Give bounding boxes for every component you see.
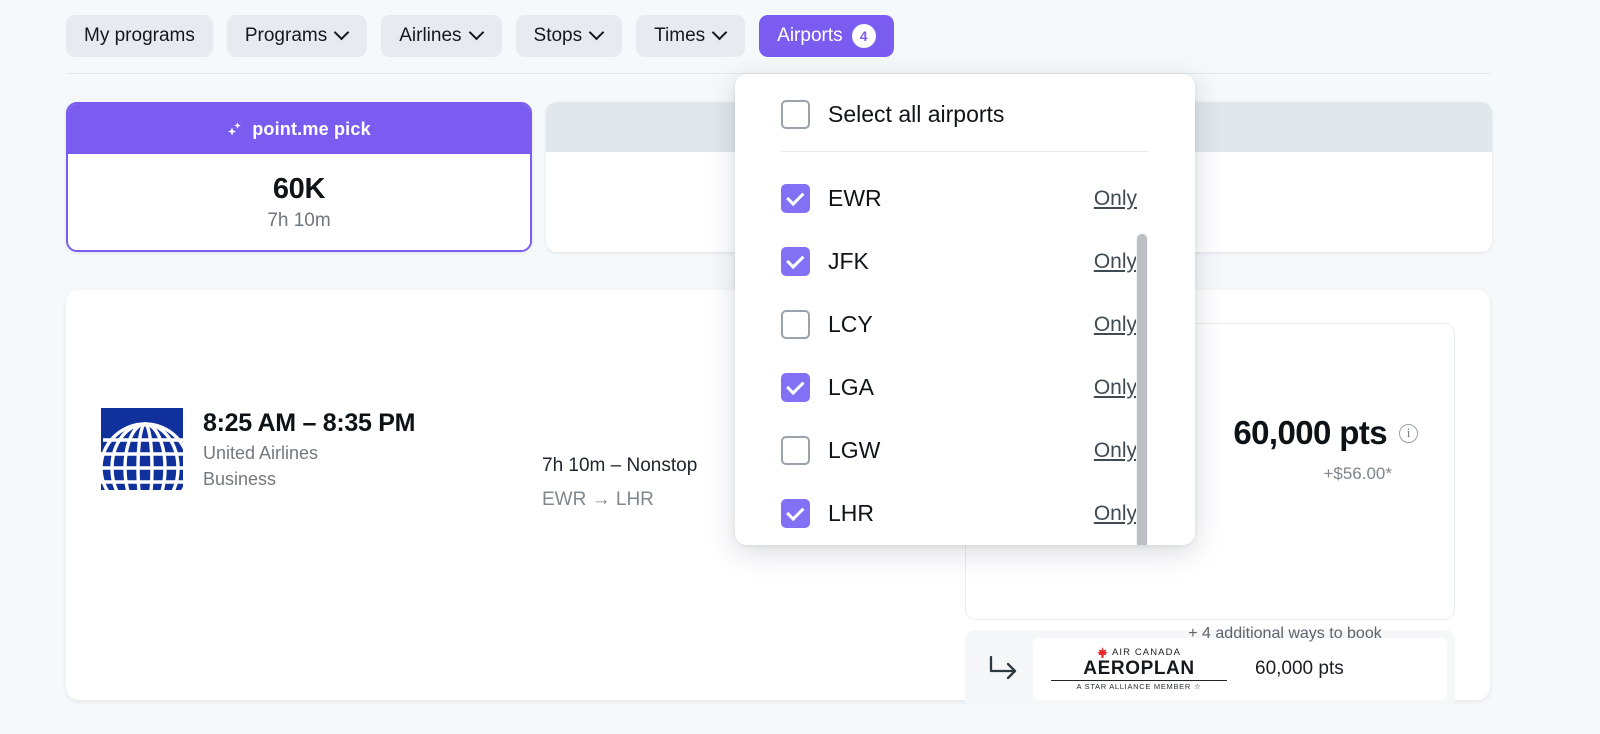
filter-chip-stops[interactable]: Stops bbox=[516, 15, 623, 57]
airport-list-scrollbar[interactable] bbox=[1136, 232, 1148, 545]
filter-chip-airlines[interactable]: Airlines bbox=[381, 15, 501, 57]
chevron-down-icon bbox=[336, 27, 349, 40]
airport-row-ewr[interactable]: EWR Only bbox=[735, 167, 1195, 230]
filter-chip-label: Times bbox=[654, 25, 705, 47]
aeroplan-tagline-row: A STAR ALLIANCE MEMBER ☆ bbox=[1077, 682, 1202, 691]
united-airlines-logo bbox=[101, 408, 183, 490]
airport-code: JFK bbox=[828, 248, 869, 275]
airports-dropdown-panel[interactable]: Select all airports EWR Only JFK Only LC… bbox=[735, 74, 1195, 545]
airport-row-lhr[interactable]: LHR Only bbox=[735, 482, 1195, 545]
select-all-airports-row[interactable]: Select all airports bbox=[735, 74, 1195, 129]
summary-card-point-me-pick[interactable]: point.me pick 60K 7h 10m bbox=[66, 102, 532, 252]
info-circle-icon[interactable]: i bbox=[1399, 424, 1418, 443]
airport-checkbox-ewr[interactable] bbox=[781, 184, 810, 213]
airport-only-link[interactable]: Only bbox=[1094, 313, 1137, 337]
aeroplan-brand: AEROPLAN bbox=[1083, 659, 1194, 679]
airport-checkbox-lga[interactable] bbox=[781, 373, 810, 402]
flight-times: 8:25 AM – 8:35 PM bbox=[203, 409, 415, 438]
app-root: My programs Programs Airlines Stops Time… bbox=[0, 0, 1600, 734]
flight-text-block: 8:25 AM – 8:35 PM United Airlines Busine… bbox=[203, 409, 415, 490]
filter-chip-label: Programs bbox=[245, 25, 327, 47]
chevron-down-icon bbox=[714, 27, 727, 40]
airport-only-link[interactable]: Only bbox=[1094, 250, 1137, 274]
flight-duration-block: 7h 10m – Nonstop EWR → LHR bbox=[542, 455, 697, 511]
airport-row-lgw[interactable]: LGW Only bbox=[735, 419, 1195, 482]
airport-row-jfk[interactable]: JFK Only bbox=[735, 230, 1195, 293]
chevron-down-icon bbox=[591, 27, 604, 40]
filter-chip-airports[interactable]: Airports 4 bbox=[759, 15, 893, 57]
airport-code: EWR bbox=[828, 185, 882, 212]
summary-card-duration: 7h 10m bbox=[267, 210, 330, 232]
select-all-checkbox[interactable] bbox=[781, 100, 810, 129]
airport-code: LCY bbox=[828, 311, 873, 338]
flight-duration-stops: 7h 10m – Nonstop bbox=[542, 455, 697, 477]
aeroplan-brand-top: AIR CANADA bbox=[1112, 647, 1181, 658]
flight-airline: United Airlines bbox=[203, 443, 415, 464]
maple-leaf-icon bbox=[1097, 647, 1108, 658]
filter-chip-label: Airlines bbox=[399, 25, 461, 47]
sparkle-icon bbox=[227, 121, 243, 137]
chevron-down-icon bbox=[471, 27, 484, 40]
filter-chip-label: Airports bbox=[777, 25, 842, 47]
flight-primary-info: 8:25 AM – 8:35 PM United Airlines Busine… bbox=[101, 408, 415, 490]
select-all-label: Select all airports bbox=[828, 101, 1004, 128]
airport-row-lga[interactable]: LGA Only bbox=[735, 356, 1195, 419]
airport-checkbox-jfk[interactable] bbox=[781, 247, 810, 276]
price-main-row: 60,000 pts i bbox=[1233, 414, 1418, 452]
airport-only-link[interactable]: Only bbox=[1094, 502, 1137, 526]
airport-checkbox-lcy[interactable] bbox=[781, 310, 810, 339]
aeroplan-logo: AIR CANADA AEROPLAN A STAR ALLIANCE MEMB… bbox=[1051, 647, 1227, 691]
aeroplan-tagline: A STAR ALLIANCE MEMBER bbox=[1077, 682, 1191, 691]
airport-row-lcy[interactable]: LCY Only bbox=[735, 293, 1195, 356]
airport-only-link[interactable]: Only bbox=[1094, 376, 1137, 400]
airport-list: EWR Only JFK Only LCY Only LGA Only LGW bbox=[735, 152, 1195, 545]
aeroplan-air-canada-line: AIR CANADA bbox=[1097, 647, 1181, 658]
program-points: 60,000 pts bbox=[1255, 658, 1344, 680]
filter-chip-programs[interactable]: Programs bbox=[227, 15, 367, 57]
aeroplan-divider bbox=[1051, 680, 1227, 681]
summary-card-header: point.me pick bbox=[68, 104, 530, 154]
flight-cabin: Business bbox=[203, 469, 415, 490]
star-alliance-icon: ☆ bbox=[1194, 682, 1201, 691]
flight-route: EWR → LHR bbox=[542, 489, 697, 511]
airport-only-link[interactable]: Only bbox=[1094, 187, 1137, 211]
filter-chip-label: My programs bbox=[84, 25, 195, 47]
price-points: 60,000 pts bbox=[1233, 414, 1387, 452]
airport-code: LGW bbox=[828, 437, 880, 464]
filter-chip-times[interactable]: Times bbox=[636, 15, 745, 57]
airport-only-link[interactable]: Only bbox=[1094, 439, 1137, 463]
summary-card-price: 60K bbox=[273, 173, 325, 206]
airport-checkbox-lgw[interactable] bbox=[781, 436, 810, 465]
airport-code: LHR bbox=[828, 500, 874, 527]
filter-bar: My programs Programs Airlines Stops Time… bbox=[66, 15, 894, 57]
summary-card-header-label: point.me pick bbox=[252, 119, 371, 140]
airport-code: LGA bbox=[828, 374, 874, 401]
filter-chip-my-programs[interactable]: My programs bbox=[66, 15, 213, 57]
arrow-turn-down-right-icon bbox=[987, 654, 1023, 684]
airport-list-scrollbar-thumb[interactable] bbox=[1137, 234, 1147, 545]
price-taxes: +$56.00* bbox=[1323, 464, 1392, 484]
filter-chip-label: Stops bbox=[534, 25, 583, 47]
airports-count-badge: 4 bbox=[852, 24, 876, 48]
program-pill: AIR CANADA AEROPLAN A STAR ALLIANCE MEMB… bbox=[1033, 638, 1447, 700]
summary-card-body: 60K 7h 10m bbox=[68, 154, 530, 250]
more-ways-to-book-link[interactable]: + 4 additional ways to book bbox=[1118, 625, 1452, 643]
airport-checkbox-lhr[interactable] bbox=[781, 499, 810, 528]
